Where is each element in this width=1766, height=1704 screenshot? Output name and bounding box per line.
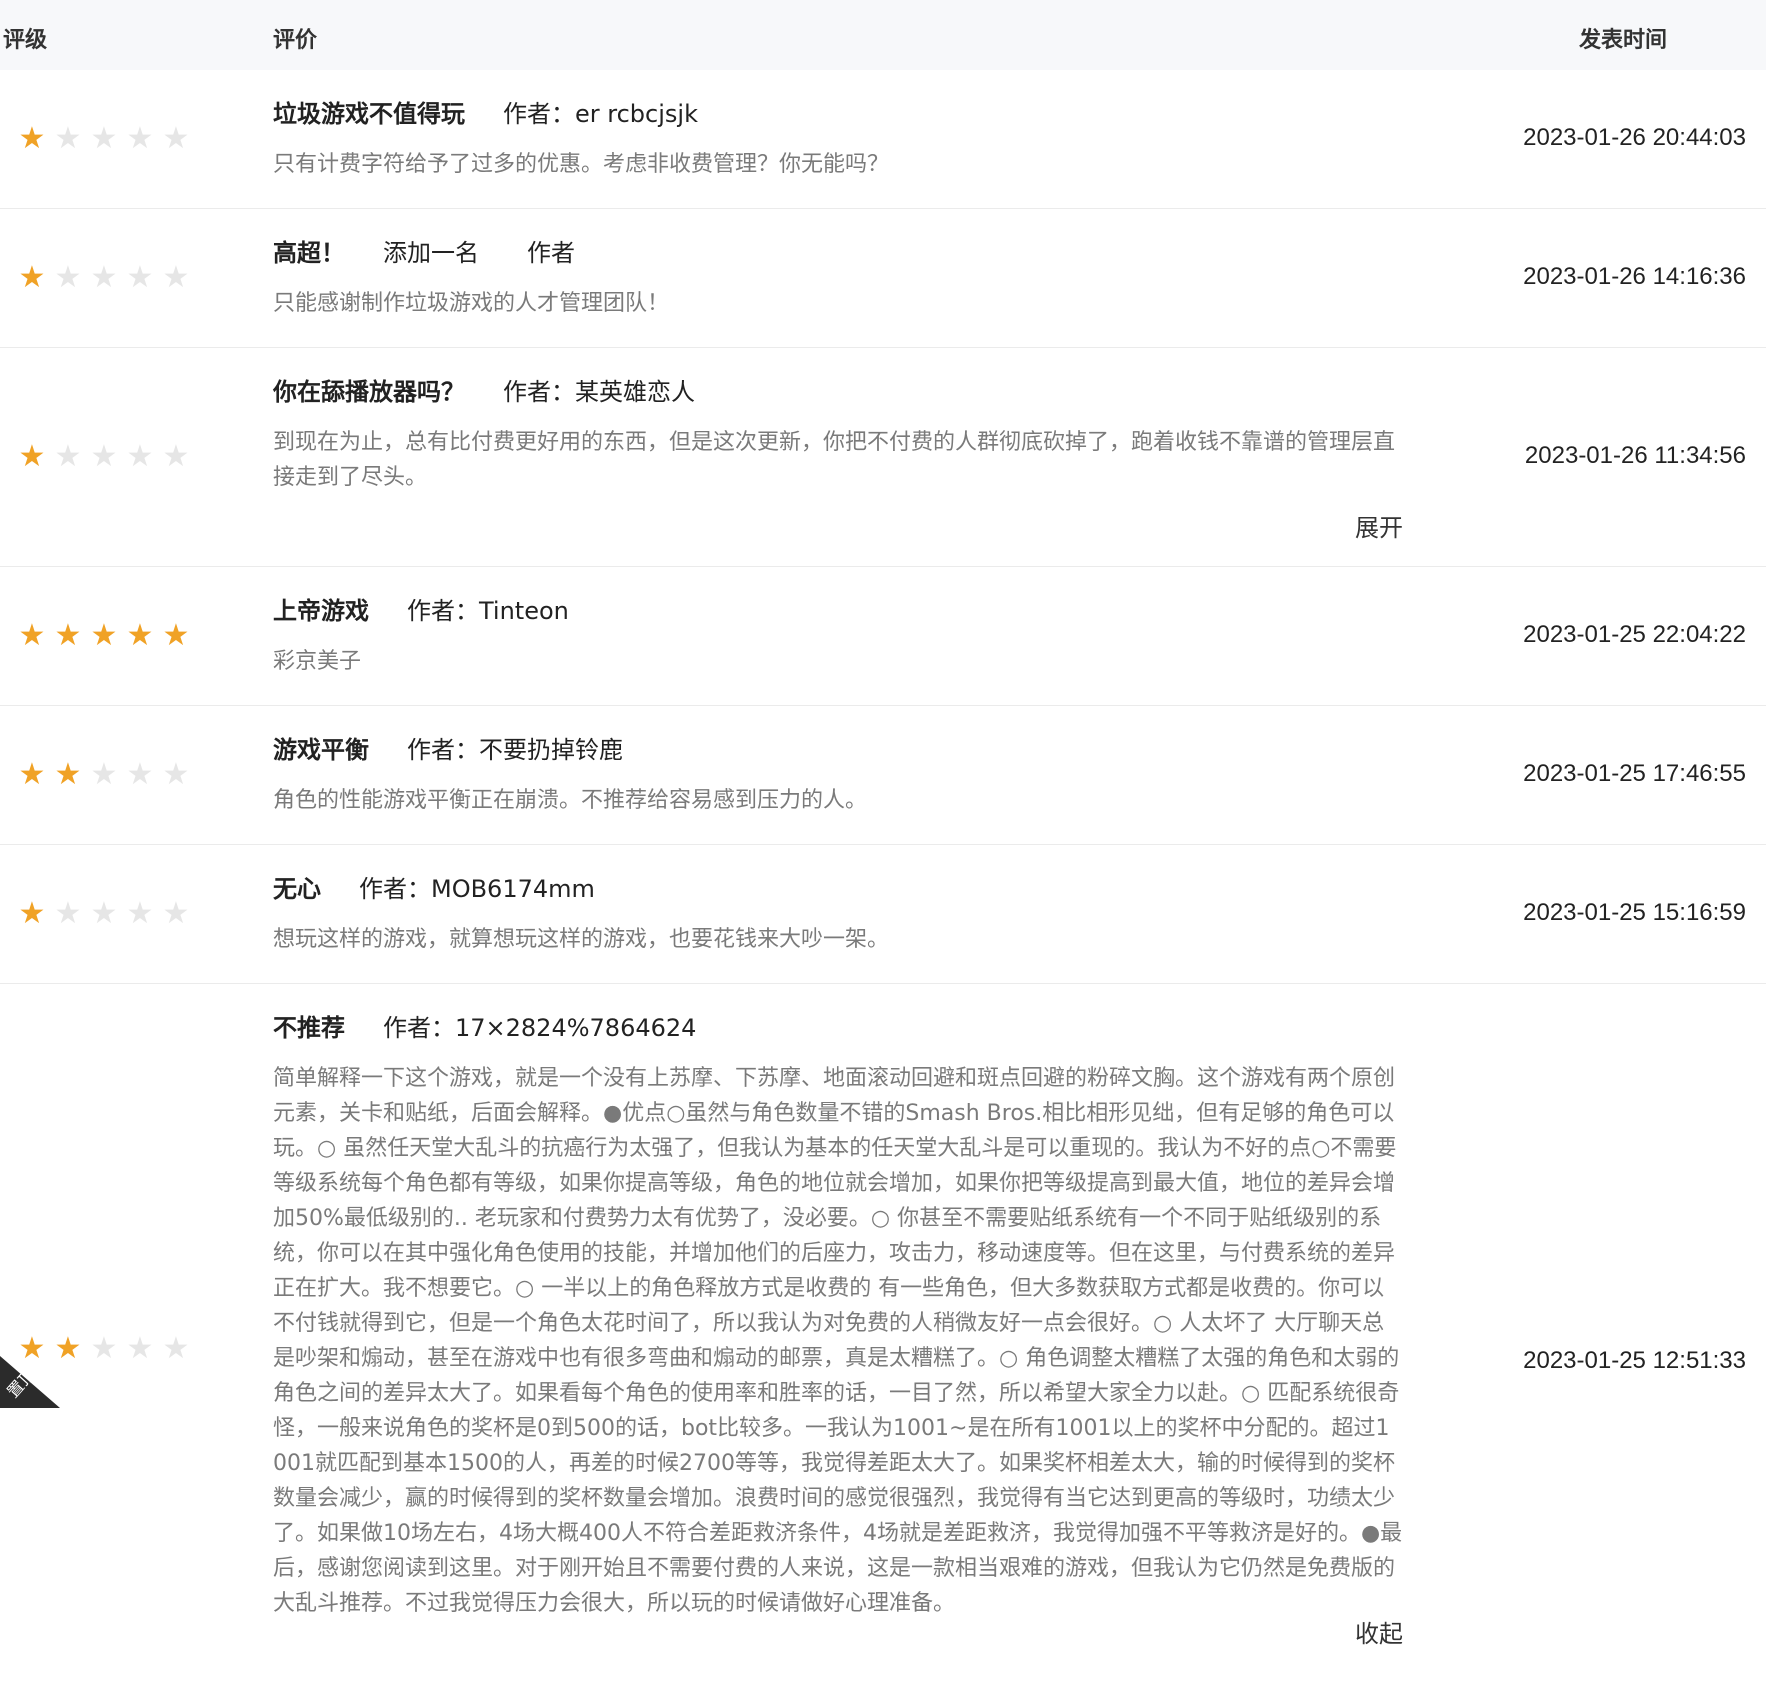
star-empty-icon: ★	[162, 439, 190, 474]
star-rating: ★ ★ ★ ★ ★	[18, 442, 190, 472]
review-content: 高超！ 添加一名 作者 只能感谢制作垃圾游戏的人才管理团队！	[273, 237, 1403, 321]
review-time: 2023-01-25 17:46:55	[1523, 760, 1746, 787]
header-review: 评价	[273, 28, 318, 53]
review-row: ★ ★ ★ ★ ★ 游戏平衡 作者：不要扔掉铃鹿 角色的性能游戏平衡正在崩溃。不推荐给容易…	[0, 706, 1766, 845]
review-title: 不推荐	[273, 1014, 345, 1042]
review-content: 不推荐 作者：17×2824%7864624 简单解释一下这个游戏，就是一个没有上…	[273, 1012, 1403, 1621]
review-title: 高超！	[273, 239, 345, 267]
star-rating: ★ ★ ★ ★ ★	[18, 760, 190, 790]
review-row: ★ ★ ★ ★ ★ 你在舔播放器吗？ 作者：某英雄恋人 到现在为止，总有比付费更好用的东西…	[0, 348, 1766, 567]
star-empty-icon: ★	[162, 121, 190, 156]
review-author: 作者：MOB6174mm	[359, 875, 595, 903]
review-content: 无心 作者：MOB6174mm 想玩这样的游戏，就算想玩这样的游戏，也要花钱来大吵…	[273, 873, 1403, 957]
collapse-toggle[interactable]: 收起	[1355, 1614, 1403, 1649]
table-header: 评级 评价 发表时间	[0, 0, 1766, 70]
star-empty-icon: ★	[162, 896, 190, 931]
star-empty-icon: ★	[162, 757, 190, 792]
star-filled-icon: ★	[18, 260, 46, 295]
star-empty-icon: ★	[126, 1331, 154, 1366]
header-time: 发表时间	[1579, 28, 1668, 53]
review-author: 作者：某英雄恋人	[503, 378, 695, 406]
star-empty-icon: ★	[126, 260, 154, 295]
star-empty-icon: ★	[90, 1331, 118, 1366]
review-content: 上帝游戏 作者：Tinteon 彩京美子	[273, 595, 1403, 679]
review-content: 你在舔播放器吗？ 作者：某英雄恋人 到现在为止，总有比付费更好用的东西，但是这次更…	[273, 376, 1403, 495]
expand-toggle[interactable]: 展开	[1355, 508, 1403, 543]
review-title: 上帝游戏	[273, 597, 369, 625]
star-filled-icon: ★	[54, 618, 82, 653]
review-content: 游戏平衡 作者：不要扔掉铃鹿 角色的性能游戏平衡正在崩溃。不推荐给容易感到压力的人…	[273, 734, 1403, 818]
review-row: ★ ★ ★ ★ ★ 上帝游戏 作者：Tinteon 彩京美子 2023-01-25 22:…	[0, 567, 1766, 706]
review-author: 作者：er rcbcjsjk	[503, 100, 698, 128]
review-author: 作者：17×2824%7864624	[383, 1014, 697, 1042]
pinned-badge: 置顶	[0, 1356, 60, 1408]
review-body: 彩京美子	[273, 649, 362, 674]
review-time: 2023-01-26 11:34:56	[1524, 442, 1746, 469]
star-filled-icon: ★	[18, 439, 46, 474]
review-body: 想玩这样的游戏，就算想玩这样的游戏，也要花钱来大吵一架。	[273, 927, 890, 952]
review-author: 添加一名 作者	[383, 239, 575, 267]
review-author: 作者：不要扔掉铃鹿	[407, 736, 623, 764]
review-body: 只能感谢制作垃圾游戏的人才管理团队！	[273, 291, 670, 316]
star-rating: ★ ★ ★ ★ ★	[18, 621, 190, 651]
star-filled-icon: ★	[18, 896, 46, 931]
star-empty-icon: ★	[126, 757, 154, 792]
star-empty-icon: ★	[90, 260, 118, 295]
star-empty-icon: ★	[90, 121, 118, 156]
star-empty-icon: ★	[126, 439, 154, 474]
star-empty-icon: ★	[90, 757, 118, 792]
star-empty-icon: ★	[90, 439, 118, 474]
star-empty-icon: ★	[126, 121, 154, 156]
review-row: ★ ★ ★ ★ ★ 置顶 不推荐 作者：17×2824%7864624 简单解释一下这个游…	[0, 984, 1766, 1704]
review-title: 垃圾游戏不值得玩	[273, 100, 465, 128]
star-empty-icon: ★	[54, 439, 82, 474]
review-title: 游戏平衡	[273, 736, 369, 764]
star-empty-icon: ★	[90, 896, 118, 931]
review-content: 垃圾游戏不值得玩 作者：er rcbcjsjk 只有计费字符给予了过多的优惠。考虑…	[273, 98, 1403, 182]
review-body: 只有计费字符给予了过多的优惠。考虑非收费管理？你无能吗？	[273, 152, 890, 177]
star-rating: ★ ★ ★ ★ ★	[18, 124, 190, 154]
star-rating: ★ ★ ★ ★ ★	[18, 263, 190, 293]
header-rating: 评级	[3, 28, 48, 53]
review-time: 2023-01-26 20:44:03	[1523, 124, 1746, 151]
star-filled-icon: ★	[54, 757, 82, 792]
review-row: ★ ★ ★ ★ ★ 高超！ 添加一名 作者 只能感谢制作垃圾游戏的人才管理团队！ 2023…	[0, 209, 1766, 348]
star-empty-icon: ★	[54, 896, 82, 931]
star-empty-icon: ★	[126, 896, 154, 931]
star-filled-icon: ★	[18, 757, 46, 792]
review-time: 2023-01-25 22:04:22	[1523, 621, 1746, 648]
review-author: 作者：Tinteon	[407, 597, 569, 625]
star-filled-icon: ★	[18, 121, 46, 156]
star-filled-icon: ★	[90, 618, 118, 653]
star-empty-icon: ★	[54, 260, 82, 295]
star-filled-icon: ★	[18, 618, 46, 653]
review-body: 角色的性能游戏平衡正在崩溃。不推荐给容易感到压力的人。	[273, 788, 868, 813]
star-filled-icon: ★	[126, 618, 154, 653]
review-title: 你在舔播放器吗？	[273, 378, 465, 406]
star-filled-icon: ★	[162, 618, 190, 653]
review-time: 2023-01-25 15:16:59	[1523, 899, 1746, 926]
review-body: 到现在为止，总有比付费更好用的东西，但是这次更新，你把不付费的人群彻底砍掉了，跑…	[273, 430, 1396, 490]
review-body: 简单解释一下这个游戏，就是一个没有上苏摩、下苏摩、地面滚动回避和斑点回避的粉碎文…	[273, 1066, 1403, 1616]
star-empty-icon: ★	[54, 121, 82, 156]
reviews-table: 评级 评价 发表时间 ★ ★ ★ ★ ★ 垃圾游戏不值得玩 作者：er rcbcjsjk …	[0, 0, 1766, 1704]
review-time: 2023-01-26 14:16:36	[1523, 263, 1746, 290]
review-title: 无心	[273, 875, 321, 903]
review-row: ★ ★ ★ ★ ★ 垃圾游戏不值得玩 作者：er rcbcjsjk 只有计费字符给予了过多…	[0, 70, 1766, 209]
star-empty-icon: ★	[162, 260, 190, 295]
star-rating: ★ ★ ★ ★ ★	[18, 899, 190, 929]
review-time: 2023-01-25 12:51:33	[1523, 1347, 1746, 1374]
star-empty-icon: ★	[162, 1331, 190, 1366]
review-row: ★ ★ ★ ★ ★ 无心 作者：MOB6174mm 想玩这样的游戏，就算想玩这样的游戏，也…	[0, 845, 1766, 984]
